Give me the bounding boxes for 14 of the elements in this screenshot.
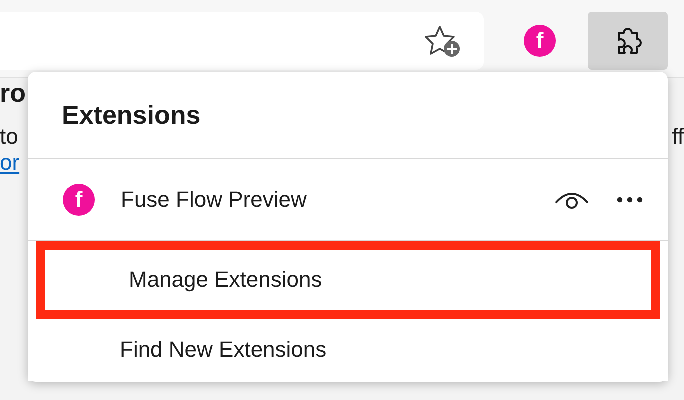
extension-logo: f (63, 184, 95, 216)
extensions-button[interactable] (588, 12, 668, 70)
body-text: ff (672, 124, 684, 150)
menu-item[interactable]: Find New Extensions (28, 319, 668, 381)
heading-text: ro (0, 78, 27, 108)
address-field[interactable] (0, 12, 484, 70)
body-text: to (0, 124, 18, 150)
more-icon[interactable] (616, 196, 644, 204)
extension-logo[interactable]: f (524, 24, 556, 56)
link[interactable]: or (0, 150, 20, 175)
extension-name[interactable]: Fuse Flow Preview (121, 186, 554, 212)
menu-item[interactable]: Manage Extensions (36, 241, 660, 319)
menu-title: Extensions (28, 72, 668, 159)
add-favorite-icon[interactable] (424, 24, 462, 58)
